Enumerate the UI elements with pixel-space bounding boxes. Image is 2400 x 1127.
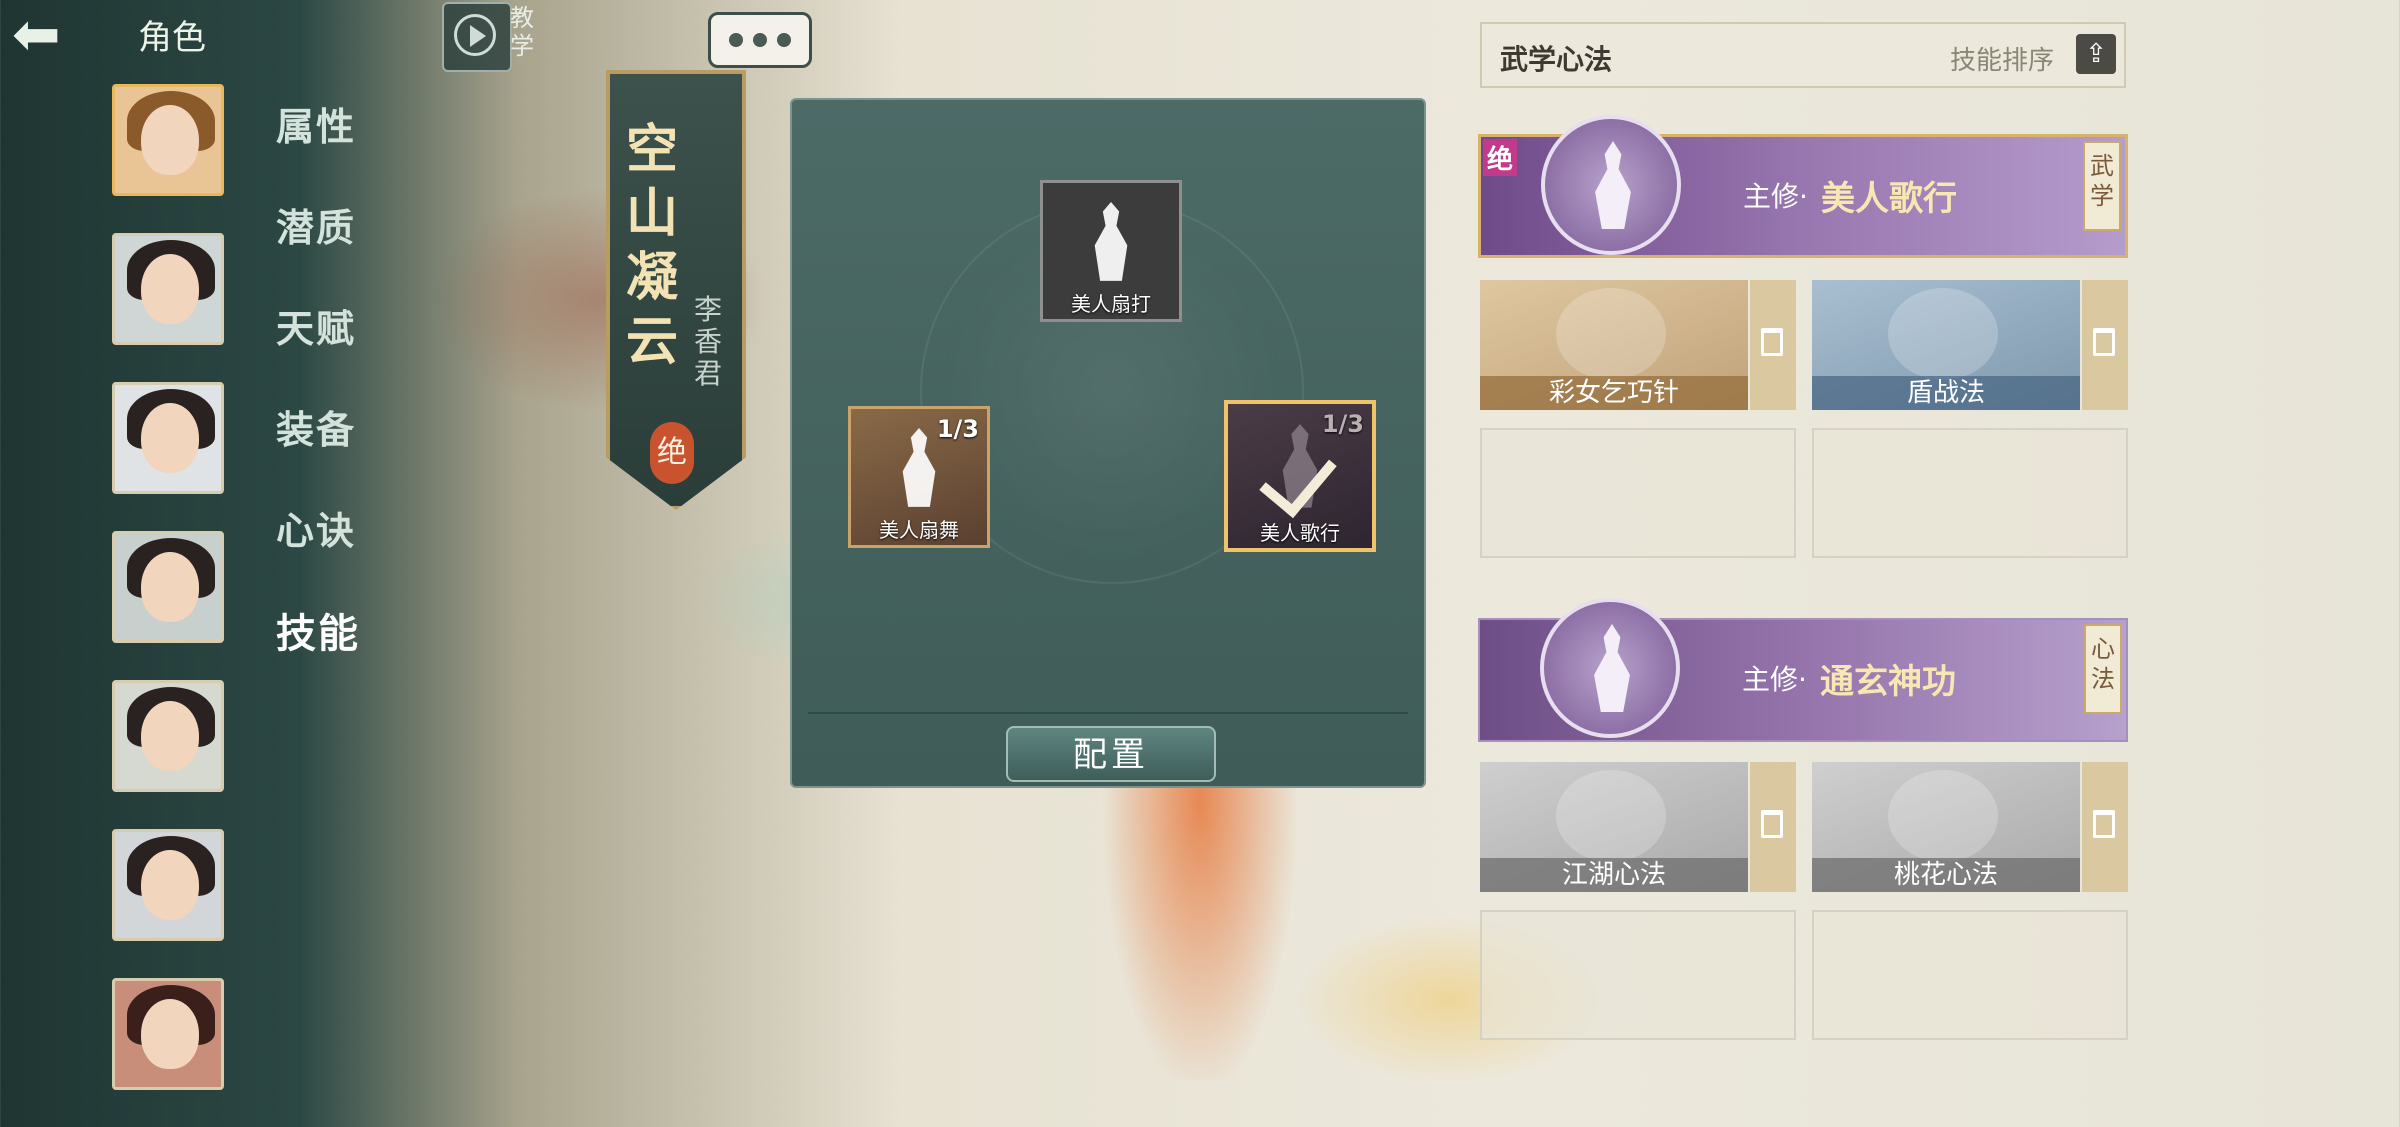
trash-icon xyxy=(1761,328,1783,356)
dancer-figure-icon xyxy=(1094,202,1128,281)
remove-button[interactable] xyxy=(2082,762,2128,892)
empty-skill-slot[interactable] xyxy=(1812,910,2128,1040)
main-skill-name: 通玄神功 xyxy=(1820,662,1956,702)
sub-skill-card[interactable]: 桃花心法 xyxy=(1812,762,2128,892)
chat-bubble-button[interactable] xyxy=(708,12,812,68)
play-icon xyxy=(454,14,496,56)
sub-skill-card[interactable]: 盾战法 xyxy=(1812,280,2128,410)
main-martial-skill-card[interactable]: 绝 主修· 美人歌行 武学 xyxy=(1478,115,2128,258)
checkmark-icon xyxy=(1259,437,1337,519)
main-skill-name: 美人歌行 xyxy=(1821,179,1957,219)
dot-icon xyxy=(777,33,791,47)
main-cultivation-prefix: 主修· xyxy=(1743,180,1808,213)
panel-title: 武学心法 xyxy=(1500,43,1613,76)
category-tag: 武学 xyxy=(2083,141,2121,231)
side-menu: 属性 潜质 天赋 装备 心诀 技能 xyxy=(276,96,360,702)
menu-item-skills[interactable]: 技能 xyxy=(276,601,360,657)
trash-icon xyxy=(1761,810,1783,838)
config-button[interactable]: 配置 xyxy=(1006,726,1216,782)
top-bar: ⬅ 角色 xyxy=(0,0,380,70)
trash-icon xyxy=(2093,810,2115,838)
character-portrait[interactable] xyxy=(112,382,224,494)
skill-emblem-icon xyxy=(1556,770,1666,862)
menu-item-talent[interactable]: 天赋 xyxy=(276,298,360,351)
empty-skill-slot[interactable] xyxy=(1480,428,1796,558)
skill-emblem-icon xyxy=(1556,288,1666,380)
martial-arts-header: 武学心法 技能排序 ⇪ xyxy=(1480,22,2126,88)
character-subname: 李香君 xyxy=(694,293,723,390)
dot-icon xyxy=(729,33,743,47)
dot-icon xyxy=(753,33,767,47)
menu-item-mind-secrets[interactable]: 心诀 xyxy=(276,500,360,553)
character-portrait[interactable] xyxy=(112,531,224,643)
sub-skill-name: 盾战法 xyxy=(1812,376,2080,410)
skill-slot-fan-strike[interactable]: 美人扇打 xyxy=(1040,180,1182,322)
empty-skill-slot[interactable] xyxy=(1812,428,2128,558)
skill-slot-fan-dance[interactable]: 1/3 美人扇舞 xyxy=(848,406,990,548)
sub-skill-name: 彩女乞巧针 xyxy=(1480,376,1748,410)
back-arrow-icon[interactable]: ⬅ xyxy=(12,5,122,63)
character-portrait[interactable] xyxy=(112,829,224,941)
skill-config-popup: 美人扇打 1/3 美人扇舞 1/3 美人歌行 配置 xyxy=(790,98,1426,788)
sub-skill-name: 桃花心法 xyxy=(1812,858,2080,892)
skill-slot-label: 美人扇打 xyxy=(1071,292,1151,316)
skill-slot-label: 美人扇舞 xyxy=(879,518,959,542)
main-mind-method-card[interactable]: 主修· 通玄神功 心法 xyxy=(1478,598,2128,742)
character-portrait[interactable] xyxy=(112,978,224,1090)
tutorial-button[interactable] xyxy=(442,2,512,72)
skill-emblem-icon xyxy=(1888,288,1998,380)
skill-sort-label[interactable]: 技能排序 xyxy=(1950,40,2054,77)
remove-button[interactable] xyxy=(1750,762,1796,892)
trash-icon xyxy=(2093,328,2115,356)
remove-button[interactable] xyxy=(2082,280,2128,410)
skill-count: 1/3 xyxy=(936,415,979,443)
page-title: 角色 xyxy=(138,18,206,58)
sort-icon[interactable]: ⇪ xyxy=(2076,34,2116,74)
sub-skill-card[interactable]: 彩女乞巧针 xyxy=(1480,280,1796,410)
empty-skill-slot[interactable] xyxy=(1480,910,1796,1040)
menu-item-potential[interactable]: 潜质 xyxy=(276,197,360,250)
menu-item-attributes[interactable]: 属性 xyxy=(276,96,360,149)
character-portrait[interactable] xyxy=(112,233,224,345)
category-tag: 心法 xyxy=(2084,624,2122,714)
sub-skill-card[interactable]: 江湖心法 xyxy=(1480,762,1796,892)
character-portrait[interactable] xyxy=(112,84,224,196)
skill-emblem-icon xyxy=(1888,770,1998,862)
skill-emblem-icon xyxy=(1541,115,1681,255)
sub-skill-name: 江湖心法 xyxy=(1480,858,1748,892)
main-cultivation-prefix: 主修· xyxy=(1742,663,1807,696)
character-portrait[interactable] xyxy=(112,680,224,792)
character-portrait-list xyxy=(112,84,228,1127)
skill-slot-beauty-song[interactable]: 1/3 美人歌行 xyxy=(1224,400,1376,552)
skill-count: 1/3 xyxy=(1321,410,1364,438)
grade-badge: 绝 xyxy=(1483,139,1518,176)
grade-badge: 绝 xyxy=(650,422,694,484)
skill-emblem-icon xyxy=(1540,598,1680,738)
tutorial-label: 教学 xyxy=(510,4,534,60)
remove-button[interactable] xyxy=(1750,280,1796,410)
character-name-banner: 空山凝云 李香君 绝 xyxy=(606,70,746,510)
character-name: 空山凝云 xyxy=(626,120,679,372)
menu-item-equipment[interactable]: 装备 xyxy=(276,399,360,452)
divider xyxy=(808,712,1408,714)
skill-slot-label: 美人歌行 xyxy=(1260,521,1340,545)
